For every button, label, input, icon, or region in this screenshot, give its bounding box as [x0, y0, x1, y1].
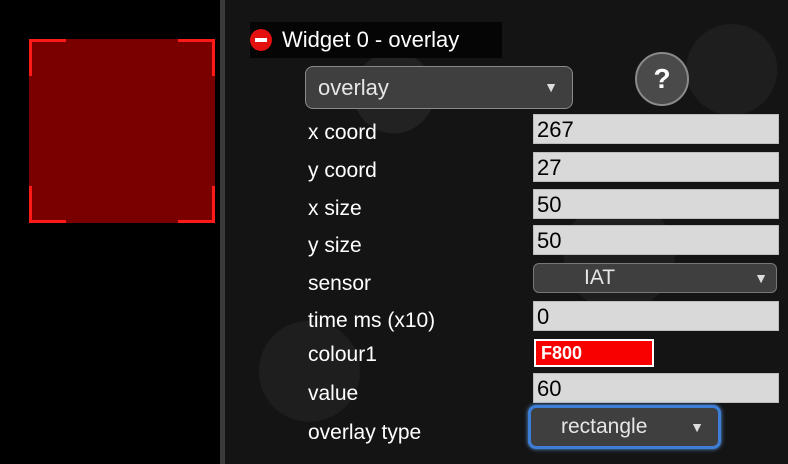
x-coord-label: x coord	[308, 121, 377, 144]
x-coord-input[interactable]: 267	[533, 114, 779, 144]
overlay-type-select[interactable]: rectangle ▼	[528, 405, 721, 449]
value-label: value	[308, 382, 359, 405]
widget-title: Widget 0 - overlay	[282, 27, 460, 52]
overlay-type-label: overlay type	[308, 421, 422, 444]
x-size-input[interactable]: 50	[533, 189, 779, 219]
widget-preview	[0, 0, 220, 464]
triangle-down-icon: ▼	[690, 419, 704, 435]
y-size-label: y size	[308, 234, 362, 257]
sensor-label: sensor	[308, 272, 372, 295]
sensor-select[interactable]: IAT ▼	[533, 263, 777, 293]
minus-circle-icon[interactable]	[250, 29, 272, 51]
widget-type-select[interactable]: overlay ▼	[305, 66, 573, 109]
corner-handle-bottom-right[interactable]	[178, 186, 215, 223]
colour1-input[interactable]: F800	[534, 339, 654, 367]
triangle-down-icon: ▼	[544, 79, 558, 95]
widget-type-value: overlay	[318, 74, 389, 100]
overlay-rectangle-preview[interactable]	[29, 39, 215, 223]
corner-handle-top-right[interactable]	[178, 39, 215, 76]
corner-handle-top-left[interactable]	[29, 39, 66, 76]
value-input[interactable]: 60	[533, 373, 779, 403]
triangle-down-icon: ▼	[754, 270, 768, 286]
time-ms-label: time ms (x10)	[308, 309, 436, 332]
y-size-input[interactable]: 50	[533, 225, 779, 255]
y-coord-label: y coord	[308, 159, 377, 182]
widget-header: Widget 0 - overlay	[250, 22, 502, 58]
help-button[interactable]: ?	[635, 52, 689, 106]
time-ms-input[interactable]: 0	[533, 301, 779, 331]
corner-handle-bottom-left[interactable]	[29, 186, 66, 223]
x-size-label: x size	[308, 197, 362, 220]
y-coord-input[interactable]: 27	[533, 152, 779, 182]
overlay-type-value: rectangle	[561, 415, 648, 438]
sensor-value: IAT	[584, 266, 616, 289]
colour1-label: colour1	[308, 343, 377, 366]
